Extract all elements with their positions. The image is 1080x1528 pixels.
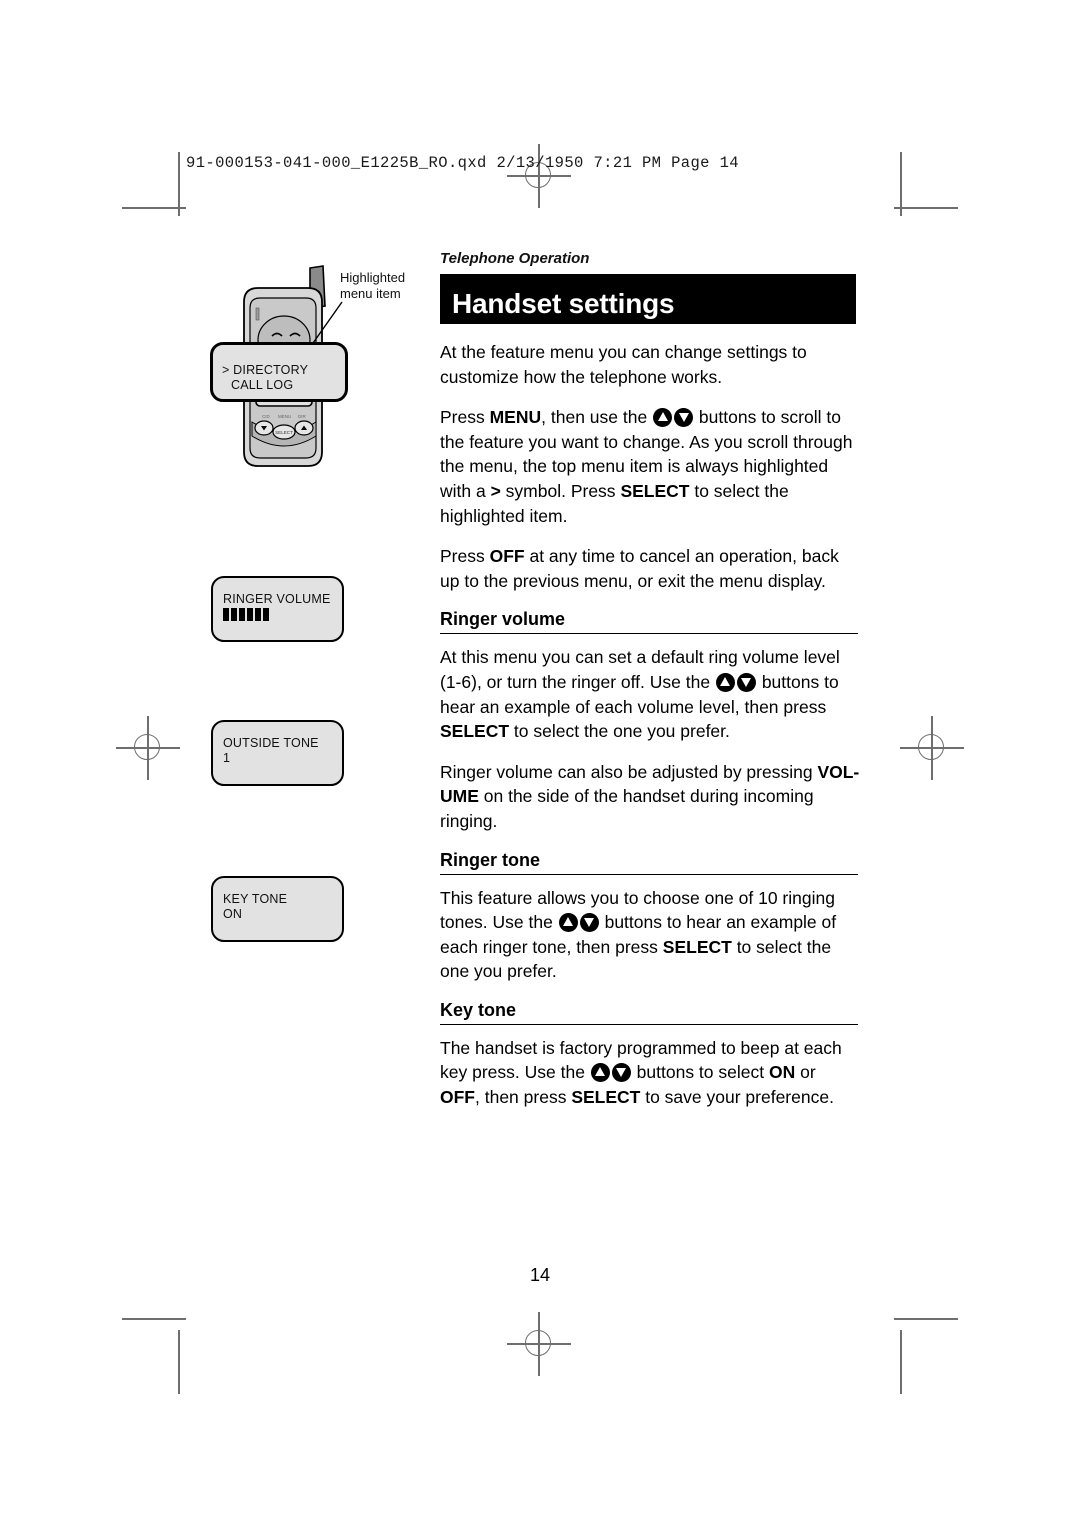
ringer-volume-screen: RINGER VOLUME bbox=[211, 576, 344, 642]
body-column: At the feature menu you can change setti… bbox=[440, 340, 860, 1126]
intro-paragraph-3: Press OFF at any time to cancel an opera… bbox=[440, 544, 860, 593]
volume-key-label-part1: VOL- bbox=[817, 761, 860, 782]
prepress-slug: 91-000153-041-000_E1225B_RO.qxd 2/13/195… bbox=[186, 154, 739, 172]
callout-label: Highlighted menu item bbox=[340, 270, 424, 302]
crop-mark-bottom-right-horizontal bbox=[894, 1318, 958, 1320]
chapter-title-bar: Handset settings bbox=[440, 274, 856, 324]
intro-paragraph-2: Press MENU, then use the buttons to scro… bbox=[440, 405, 860, 528]
intro-p1-text: At the feature menu you can change setti… bbox=[440, 342, 807, 387]
select-key-label: SELECT bbox=[571, 1087, 641, 1108]
volume-key-label-part2: UME bbox=[440, 786, 479, 807]
up-arrow-button-icon bbox=[653, 408, 673, 428]
kt-p1-c: , then press bbox=[475, 1087, 572, 1108]
page-number: 14 bbox=[529, 1265, 551, 1285]
ringer-volume-screen-line-1: RINGER VOLUME bbox=[223, 592, 331, 606]
ringer-volume-bars bbox=[223, 608, 269, 621]
section-heading-ringer-tone: Ringer tone bbox=[440, 850, 858, 875]
outside-tone-screen-line-2: 1 bbox=[223, 751, 231, 765]
volume-bar bbox=[247, 608, 253, 621]
rv-p2-a: Ringer volume can also be adjusted by pr… bbox=[440, 761, 818, 782]
select-key-label: SELECT bbox=[662, 936, 732, 957]
kt-p1-or: or bbox=[795, 1062, 816, 1083]
key-tone-screen-line-2: ON bbox=[223, 907, 243, 921]
crop-mark-bottom-left-horizontal bbox=[122, 1318, 186, 1320]
registration-target-bottom bbox=[507, 1312, 571, 1376]
svg-text:SELECT: SELECT bbox=[275, 430, 293, 435]
volume-bar bbox=[263, 608, 269, 621]
volume-bar bbox=[223, 608, 229, 621]
registration-target-left bbox=[116, 716, 180, 780]
volume-bar bbox=[231, 608, 237, 621]
intro-p2-d: symbol. Press bbox=[500, 480, 621, 501]
menu-screen-line-2: CALL LOG bbox=[231, 378, 294, 392]
crop-mark-top-left-horizontal bbox=[122, 207, 186, 209]
crop-mark-bottom-right-vertical bbox=[900, 1330, 902, 1394]
svg-text:CID: CID bbox=[262, 414, 271, 419]
down-arrow-button-icon bbox=[674, 408, 694, 428]
kt-p1-d: to save your preference. bbox=[640, 1087, 834, 1108]
crop-mark-top-right-horizontal bbox=[894, 207, 958, 209]
on-value-label: ON bbox=[768, 1062, 796, 1083]
select-key-label: SELECT bbox=[440, 721, 510, 742]
ringer-volume-paragraph-1: At this menu you can set a default ring … bbox=[440, 645, 860, 743]
kt-p1-b: buttons to select bbox=[631, 1062, 769, 1083]
registration-target-right bbox=[900, 716, 964, 780]
menu-key-label: MENU bbox=[489, 407, 542, 428]
handset-illustration: AT&T CID MENU DIR SELECT Highlighted men… bbox=[206, 258, 421, 488]
intro-paragraph-1: At the feature menu you can change setti… bbox=[440, 340, 860, 389]
down-arrow-button-icon bbox=[579, 913, 599, 933]
section-heading-key-tone: Key tone bbox=[440, 1000, 858, 1025]
running-head: Telephone Operation bbox=[440, 250, 590, 267]
page-title: Handset settings bbox=[452, 288, 675, 319]
volume-bar bbox=[255, 608, 261, 621]
key-tone-screen-line-1: KEY TONE bbox=[223, 892, 288, 906]
off-key-label: OFF bbox=[489, 546, 525, 567]
handset-menu-screen: > DIRECTORY CALL LOG bbox=[210, 342, 348, 402]
volume-bar bbox=[239, 608, 245, 621]
svg-text:DIR: DIR bbox=[298, 414, 307, 419]
ringer-tone-paragraph-1: This feature allows you to choose one of… bbox=[440, 886, 860, 984]
outside-tone-screen-line-1: OUTSIDE TONE bbox=[223, 736, 319, 750]
down-arrow-button-icon bbox=[736, 672, 756, 692]
up-arrow-button-icon bbox=[558, 913, 578, 933]
intro-p2-b: , then use the bbox=[541, 407, 653, 428]
rv-p2-b: on the side of the handset during incomi… bbox=[440, 786, 814, 831]
key-tone-paragraph-1: The handset is factory programmed to bee… bbox=[440, 1036, 860, 1110]
select-key-label: SELECT bbox=[620, 480, 690, 501]
intro-p2-a: Press bbox=[440, 407, 490, 428]
rv-p1-c: to select the one you prefer. bbox=[509, 721, 730, 742]
outside-tone-screen: OUTSIDE TONE 1 bbox=[211, 720, 344, 786]
up-arrow-button-icon bbox=[715, 672, 735, 692]
gt-symbol: > bbox=[490, 480, 501, 501]
down-arrow-button-icon bbox=[611, 1063, 631, 1083]
menu-screen-line-1: > DIRECTORY bbox=[222, 363, 309, 377]
intro-p3-a: Press bbox=[440, 546, 490, 567]
up-arrow-button-icon bbox=[590, 1063, 610, 1083]
crop-mark-bottom-left-vertical bbox=[178, 1330, 180, 1394]
svg-text:MENU: MENU bbox=[278, 414, 291, 419]
section-heading-ringer-volume: Ringer volume bbox=[440, 609, 858, 635]
key-tone-screen: KEY TONE ON bbox=[211, 876, 344, 942]
ringer-volume-paragraph-2: Ringer volume can also be adjusted by pr… bbox=[440, 760, 860, 834]
callout-label-line-2: menu item bbox=[340, 286, 401, 301]
callout-label-line-1: Highlighted bbox=[340, 270, 406, 285]
off-value-label: OFF bbox=[440, 1087, 475, 1108]
